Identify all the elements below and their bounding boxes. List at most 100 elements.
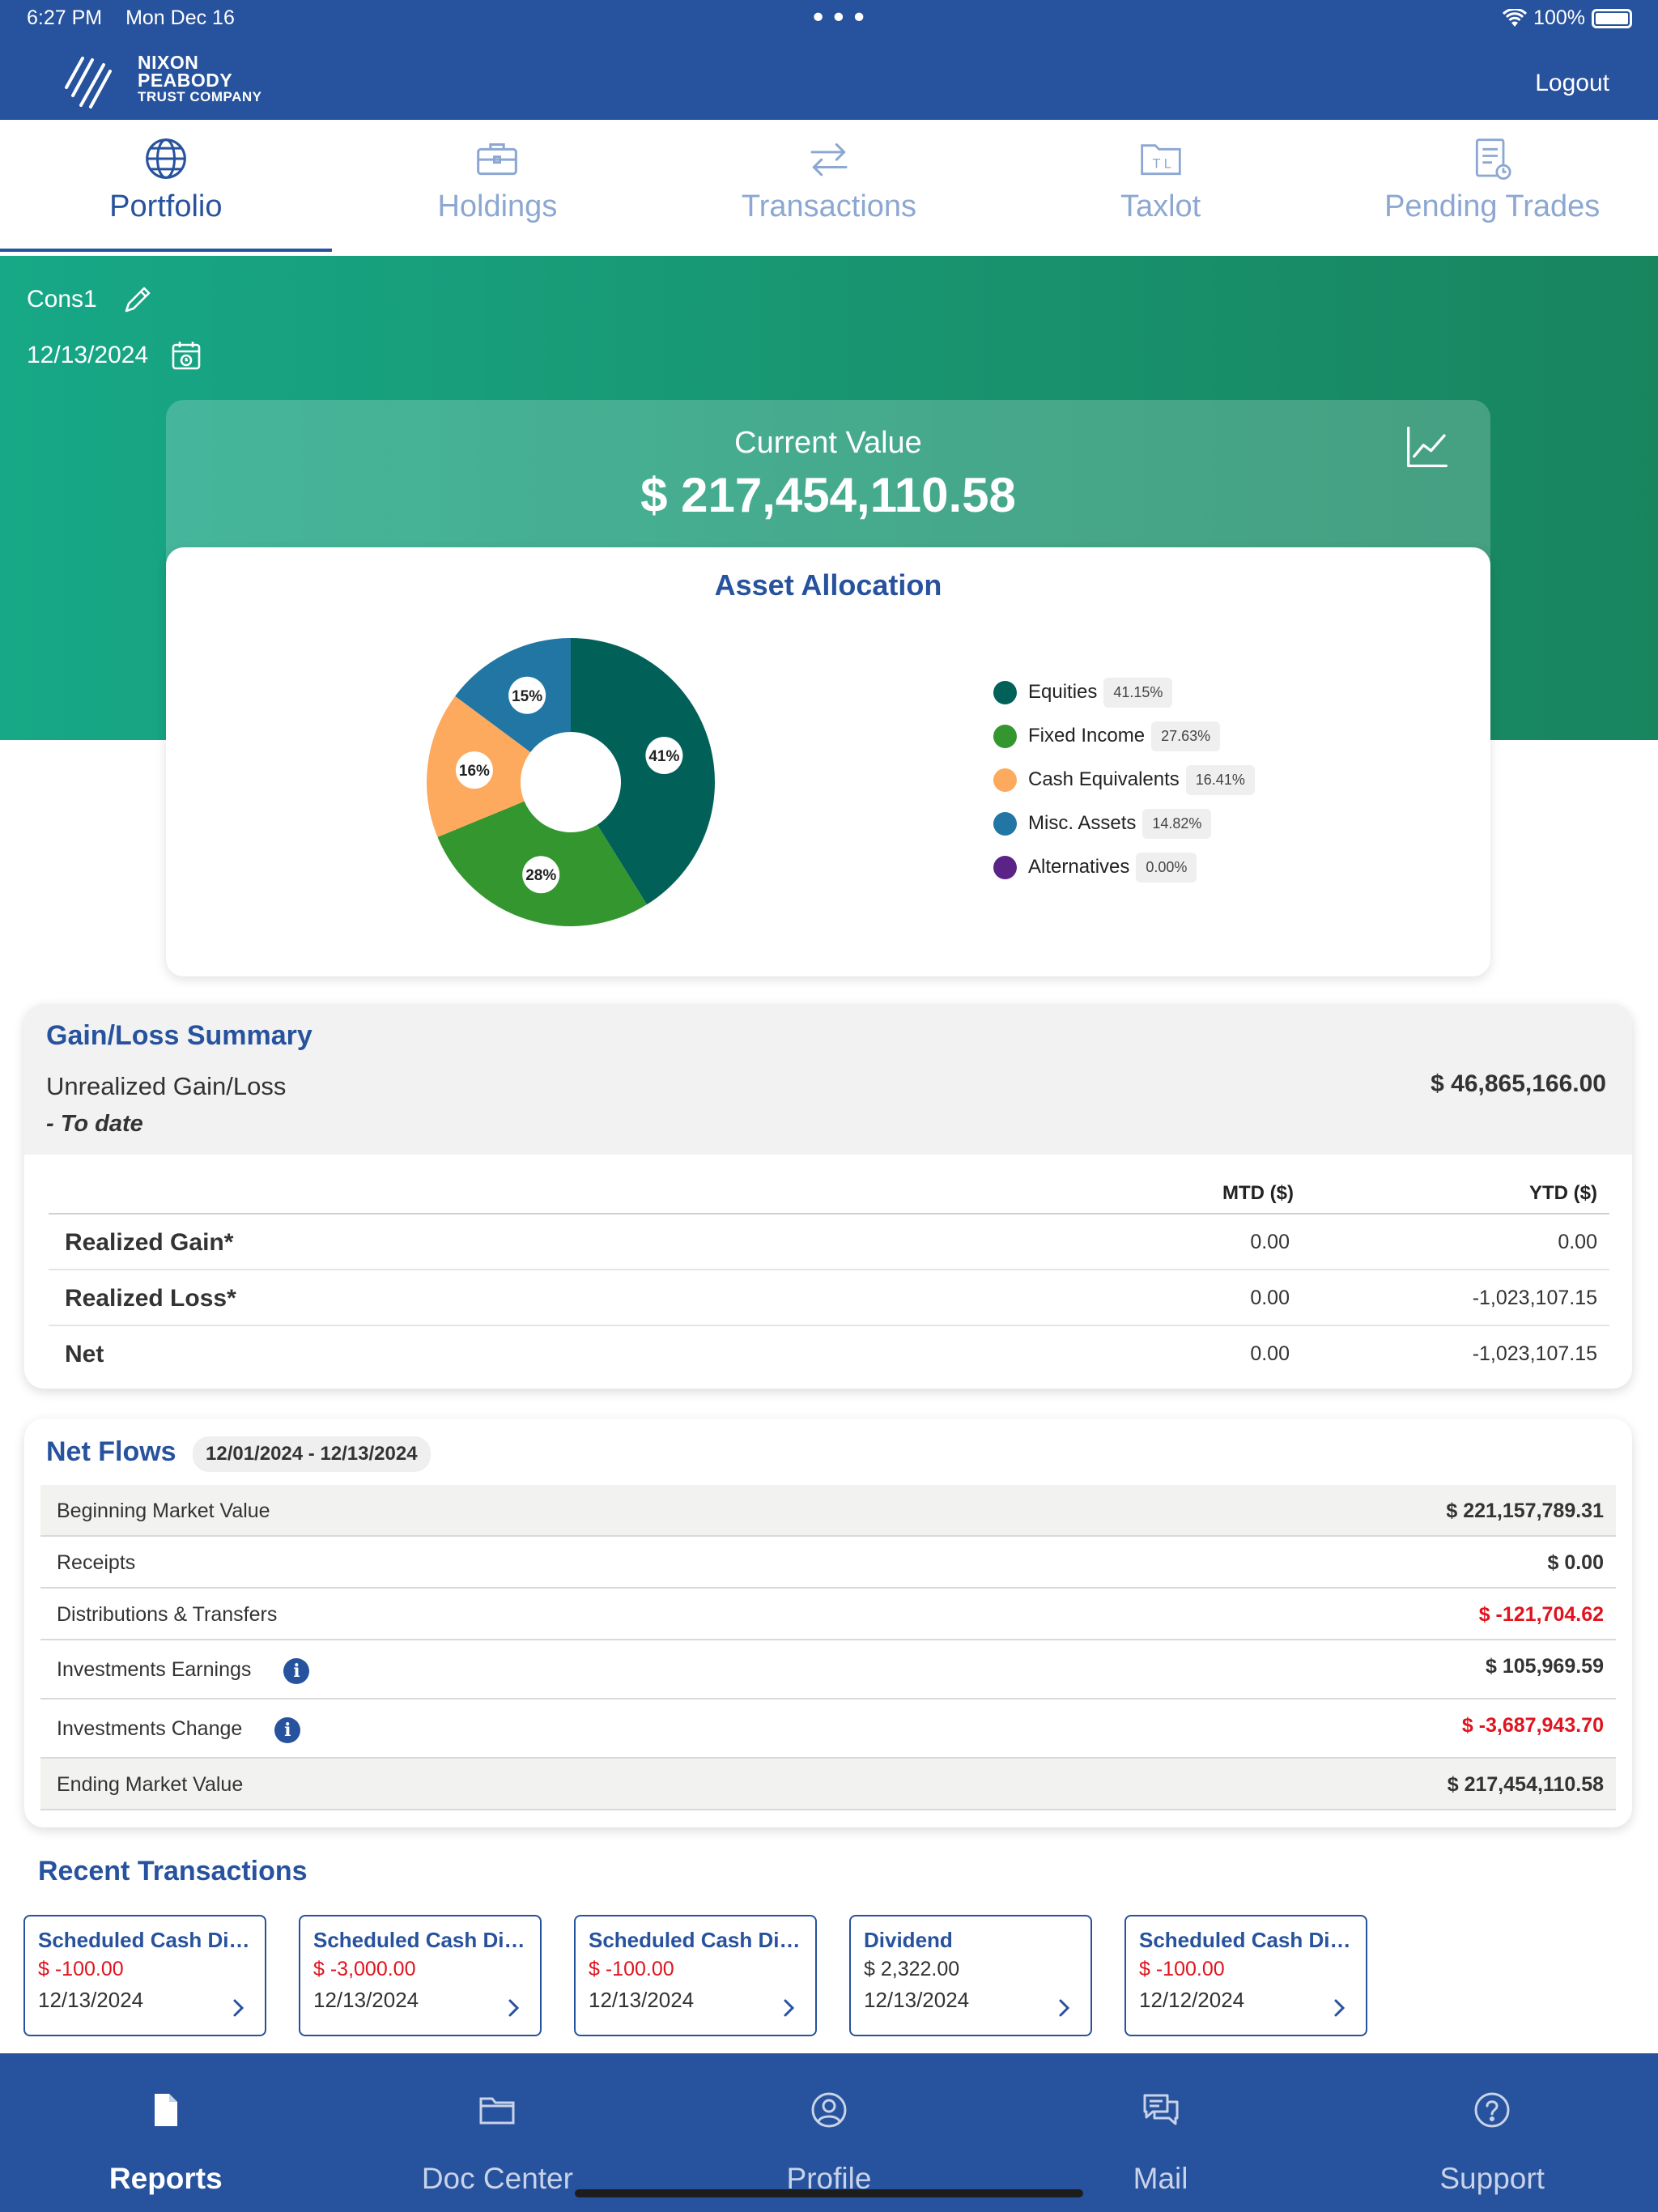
legend-swatch	[993, 855, 1017, 879]
legend-swatch	[993, 768, 1017, 792]
calendar-icon[interactable]	[171, 340, 202, 371]
row-value: $ 0.00	[1547, 1551, 1604, 1574]
tab-portfolio[interactable]: Portfolio	[0, 120, 332, 256]
tab-holdings[interactable]: Holdings	[332, 120, 664, 256]
row-label: Realized Gain*	[65, 1229, 234, 1256]
briefcase-icon	[477, 143, 518, 176]
row-value: $ 221,157,789.31	[1446, 1499, 1604, 1522]
app-header: 6:27 PM Mon Dec 16 ••• 100% NIXON PEABOD…	[0, 0, 1658, 120]
table-row: Distributions & Transfers $ -121,704.62	[40, 1589, 1616, 1640]
column-header-ytd: YTD ($)	[1529, 1182, 1597, 1204]
transaction-type: Dividend	[864, 1928, 953, 1952]
transaction-card[interactable]: Scheduled Cash Dis... $ -100.00 12/13/20…	[574, 1915, 817, 2036]
nav-label: Reports	[108, 2162, 223, 2195]
ytd-value: -1,023,107.15	[1472, 1342, 1597, 1365]
info-icon[interactable]: i	[283, 1658, 310, 1684]
company-logo: NIXON PEABODY TRUST COMPANY	[63, 47, 262, 112]
nav-mail[interactable]: Mail	[995, 2053, 1327, 2212]
transaction-card[interactable]: Dividend $ 2,322.00 12/13/2024	[849, 1915, 1092, 2036]
mtd-value: 0.00	[1250, 1231, 1290, 1253]
table-row: Receipts $ 0.00	[40, 1537, 1616, 1589]
as-of-date-value: 12/13/2024	[27, 342, 149, 368]
legend-label: Equities	[1028, 681, 1098, 703]
current-value-title: Current Value	[734, 426, 922, 460]
nav-reports[interactable]: Reports	[0, 2053, 332, 2212]
transaction-type: Scheduled Cash Dis...	[38, 1928, 252, 1952]
nav-support[interactable]: Support	[1326, 2053, 1658, 2212]
table-row: Realized Gain* 0.00 0.00	[49, 1214, 1609, 1270]
logout-button[interactable]: Logout	[1535, 70, 1609, 97]
tab-label: Pending Trades	[1384, 189, 1601, 223]
tab-taxlot[interactable]: T L Taxlot	[995, 120, 1327, 256]
net-flows-title: Net Flows	[46, 1436, 176, 1467]
tab-transactions[interactable]: Transactions	[663, 120, 995, 256]
row-value: $ -121,704.62	[1478, 1603, 1604, 1626]
gain-loss-summary-card: Gain/Loss Summary Unrealized Gain/Loss -…	[24, 1004, 1632, 1389]
legend-swatch	[993, 724, 1017, 748]
transaction-card[interactable]: Scheduled Cash Dis... $ -100.00 12/12/20…	[1124, 1915, 1367, 2036]
logo-mark-icon	[65, 57, 112, 108]
chevron-right-icon	[1334, 1999, 1346, 2017]
tab-pending-trades[interactable]: Pending Trades	[1326, 120, 1658, 256]
legend-percent: 41.15%	[1103, 677, 1173, 708]
globe-icon	[145, 138, 186, 179]
row-label-group: Investments Change i	[57, 1714, 301, 1743]
status-indicators: 100%	[1503, 6, 1632, 30]
logo-line-2: PEABODY	[138, 70, 233, 91]
taxlot-folder-icon: T L	[1140, 144, 1181, 176]
legend-percent: 27.63%	[1151, 721, 1221, 751]
net-flows-table: Beginning Market Value $ 221,157,789.31 …	[40, 1485, 1616, 1810]
chevron-right-icon	[233, 1999, 244, 2017]
transaction-amount: $ -3,000.00	[313, 1958, 416, 1980]
table-row: Beginning Market Value $ 221,157,789.31	[40, 1485, 1616, 1537]
chevron-right-icon	[1059, 1999, 1070, 2017]
chevron-right-icon	[508, 1999, 520, 2017]
row-label: Ending Market Value	[57, 1773, 244, 1796]
legend-label: Misc. Assets	[1028, 812, 1137, 834]
home-indicator[interactable]	[575, 2189, 1083, 2197]
transaction-type: Scheduled Cash Dis...	[589, 1928, 802, 1952]
legend-swatch	[993, 811, 1017, 836]
row-value: $ -3,687,943.70	[1461, 1714, 1604, 1737]
document-clock-icon	[1476, 138, 1511, 180]
logo-line-3: TRUST COMPANY	[138, 89, 262, 104]
tab-label: Transactions	[741, 189, 917, 223]
table-row: Investments Change i $ -3,687,943.70	[40, 1699, 1616, 1759]
table-row: Ending Market Value $ 217,454,110.58	[40, 1759, 1616, 1810]
ytd-value: -1,023,107.15	[1472, 1287, 1597, 1309]
row-label: Distributions & Transfers	[57, 1603, 278, 1626]
asset-allocation-donut-chart: 41% 28% 16% 15%	[427, 638, 716, 926]
transaction-amount: $ -100.00	[1139, 1958, 1225, 1980]
account-selector[interactable]: Cons1	[27, 283, 154, 316]
transaction-card[interactable]: Scheduled Cash Dis... $ -100.00 12/13/20…	[23, 1915, 266, 2036]
table-row: Net 0.00 -1,023,107.15	[49, 1326, 1609, 1382]
transaction-amount: $ -100.00	[589, 1958, 674, 1980]
status-date: Mon Dec 16	[125, 6, 235, 29]
transaction-date: 12/13/2024	[313, 1988, 419, 2012]
logo-wordmark: NIXON PEABODY TRUST COMPANY	[138, 53, 262, 105]
legend-percent: 16.41%	[1185, 764, 1255, 795]
table-header: MTD ($) YTD ($)	[49, 1174, 1609, 1214]
transaction-date: 12/13/2024	[589, 1988, 695, 2012]
as-of-date[interactable]: 12/13/2024	[27, 340, 202, 371]
transaction-card[interactable]: Scheduled Cash Dis... $ -3,000.00 12/13/…	[299, 1915, 542, 2036]
tab-label: Portfolio	[109, 189, 223, 223]
legend-item-alternatives: Alternatives 0.00%	[993, 845, 1255, 889]
asset-allocation-card: Asset Allocation 41% 28% 16% 15% Equities 4…	[166, 547, 1490, 976]
unrealized-section: Gain/Loss Summary Unrealized Gain/Loss -…	[24, 1004, 1632, 1155]
info-icon[interactable]: i	[274, 1717, 301, 1743]
pencil-edit-icon[interactable]	[121, 283, 154, 316]
logo-line-1: NIXON	[138, 52, 199, 73]
transfer-arrows-icon	[810, 143, 848, 177]
tab-label: Holdings	[437, 189, 558, 223]
multitasking-dots-icon[interactable]: •••	[810, 3, 871, 34]
legend-item-fixed-income: Fixed Income 27.63%	[993, 714, 1255, 758]
unrealized-label: Unrealized Gain/Loss	[46, 1072, 287, 1100]
recent-transactions-title: Recent Transactions	[38, 1856, 308, 1887]
folder-icon	[479, 2097, 515, 2125]
nav-profile[interactable]: Profile	[663, 2053, 995, 2212]
help-circle-icon	[1474, 2092, 1510, 2128]
nav-doc-center[interactable]: Doc Center	[332, 2053, 664, 2212]
row-label: Receipts	[57, 1551, 136, 1574]
line-chart-icon[interactable]	[1405, 424, 1450, 470]
